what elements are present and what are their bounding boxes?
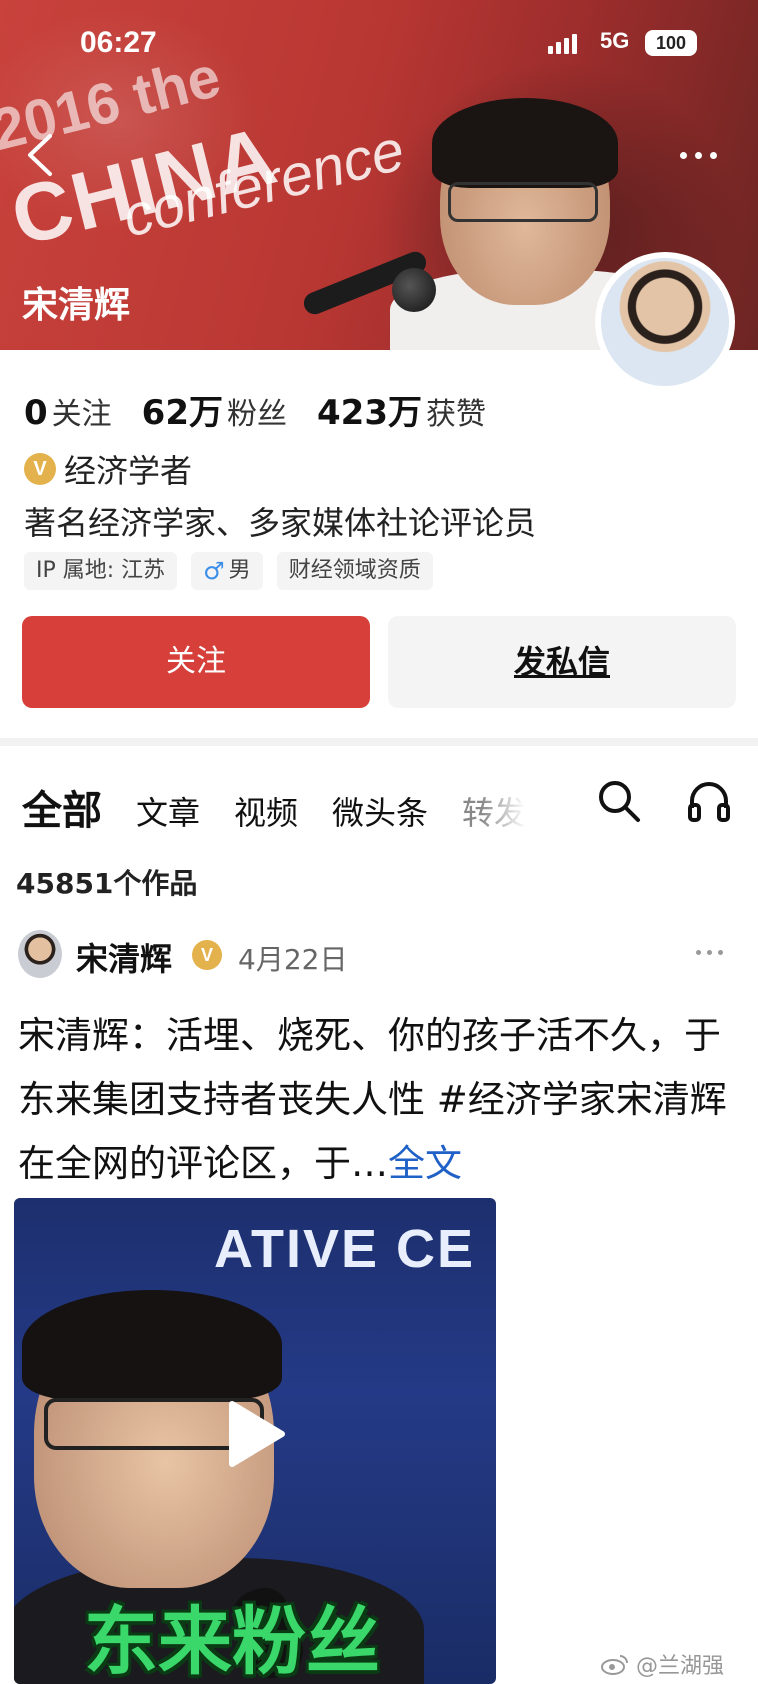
tab-all[interactable]: 全部	[22, 778, 102, 836]
dot-icon	[680, 151, 687, 159]
profile-stats: 0 关注 62万 粉丝 423万 获赞	[24, 385, 486, 434]
stat-likes[interactable]: 423万 获赞	[317, 385, 486, 434]
post-body: 宋清辉：活埋、烧死、你的孩子活不久，于东来集团支持者丧失人性 #经济学家宋清辉 …	[18, 1014, 727, 1185]
chevron-left-icon	[28, 134, 52, 176]
dot-icon	[695, 151, 702, 159]
message-button[interactable]: 发私信	[388, 616, 736, 708]
works-count: 45851个作品	[16, 867, 198, 900]
profile-bio: 著名经济学家、多家媒体社论评论员	[24, 504, 537, 542]
weibo-icon	[601, 1655, 628, 1675]
dot-icon	[696, 950, 701, 955]
dot-icon	[710, 151, 717, 159]
stat-following[interactable]: 0 关注	[24, 389, 112, 433]
post-text[interactable]: 宋清辉：活埋、烧死、你的孩子活不久，于东来集团支持者丧失人性 #经济学家宋清辉 …	[18, 1004, 740, 1196]
stat-following-label: 关注	[51, 397, 112, 432]
gender-text: 男	[228, 558, 251, 583]
post-author-name[interactable]: 宋清辉	[76, 934, 172, 980]
network-type: 5G	[600, 28, 630, 53]
signal-icon	[548, 34, 577, 54]
gender-tag: ♂ 男	[191, 552, 263, 590]
headphone-icon[interactable]	[686, 778, 732, 824]
more-options-button[interactable]	[680, 140, 736, 170]
dot-icon	[718, 950, 723, 955]
profile-tags: IP 属地: 江苏 ♂ 男 财经领域资质	[24, 552, 433, 590]
dot-icon	[707, 950, 712, 955]
tab-articles[interactable]: 文章	[136, 788, 200, 834]
video-person-hair	[22, 1290, 282, 1400]
male-icon: ♂	[203, 557, 225, 585]
ip-location-text: IP 属地: 江苏	[36, 558, 166, 583]
post-more-button[interactable]	[696, 950, 723, 955]
microphone-head	[392, 268, 436, 312]
banner-person-glasses	[448, 182, 598, 222]
post-date: 4月22日	[238, 943, 348, 976]
verification-row: V 经济学者	[24, 446, 192, 492]
follow-button[interactable]: 关注	[22, 616, 370, 708]
tab-micro-posts[interactable]: 微头条	[332, 788, 428, 834]
verified-badge-icon: V	[24, 453, 56, 485]
status-time: 06:27	[80, 26, 157, 59]
battery-icon: 100	[645, 30, 697, 56]
stat-likes-label: 获赞	[425, 397, 486, 432]
post-video-thumbnail[interactable]: ATIVE CE 东来粉丝	[14, 1198, 496, 1684]
post-author-avatar[interactable]	[18, 930, 62, 978]
watermark: @兰湖强	[600, 1648, 724, 1680]
stat-followers-label: 粉丝	[227, 397, 287, 432]
content-tabs: 全部 文章 视频 微头条 转发	[22, 778, 526, 836]
banner-person-hair	[432, 98, 618, 188]
status-bar: 06:27 5G 100	[0, 0, 758, 80]
watermark-text: @兰湖强	[636, 1654, 725, 1679]
play-icon	[229, 1401, 285, 1467]
verified-badge-icon: V	[192, 940, 222, 970]
read-more-link[interactable]: 全文	[388, 1142, 462, 1185]
stat-likes-count: 423万	[317, 393, 422, 433]
back-button[interactable]	[20, 130, 60, 180]
verification-title: 经济学者	[64, 452, 193, 490]
search-icon[interactable]	[596, 778, 642, 824]
stat-followers[interactable]: 62万 粉丝	[142, 385, 287, 434]
ip-location-tag: IP 属地: 江苏	[24, 552, 178, 590]
play-button[interactable]	[224, 1398, 288, 1470]
video-caption: 东来粉丝	[84, 1599, 380, 1684]
qualification-text: 财经领域资质	[288, 558, 421, 583]
video-background-text: ATIVE CE	[214, 1219, 476, 1279]
stat-following-count: 0	[24, 393, 48, 433]
qualification-tag[interactable]: 财经领域资质	[276, 552, 433, 590]
profile-avatar[interactable]	[595, 252, 735, 392]
tab-reposts[interactable]: 转发	[462, 788, 526, 834]
banner-profile-name: 宋清辉	[22, 285, 131, 326]
stat-followers-count: 62万	[141, 393, 223, 433]
section-divider	[0, 738, 758, 746]
tab-videos[interactable]: 视频	[234, 788, 298, 834]
